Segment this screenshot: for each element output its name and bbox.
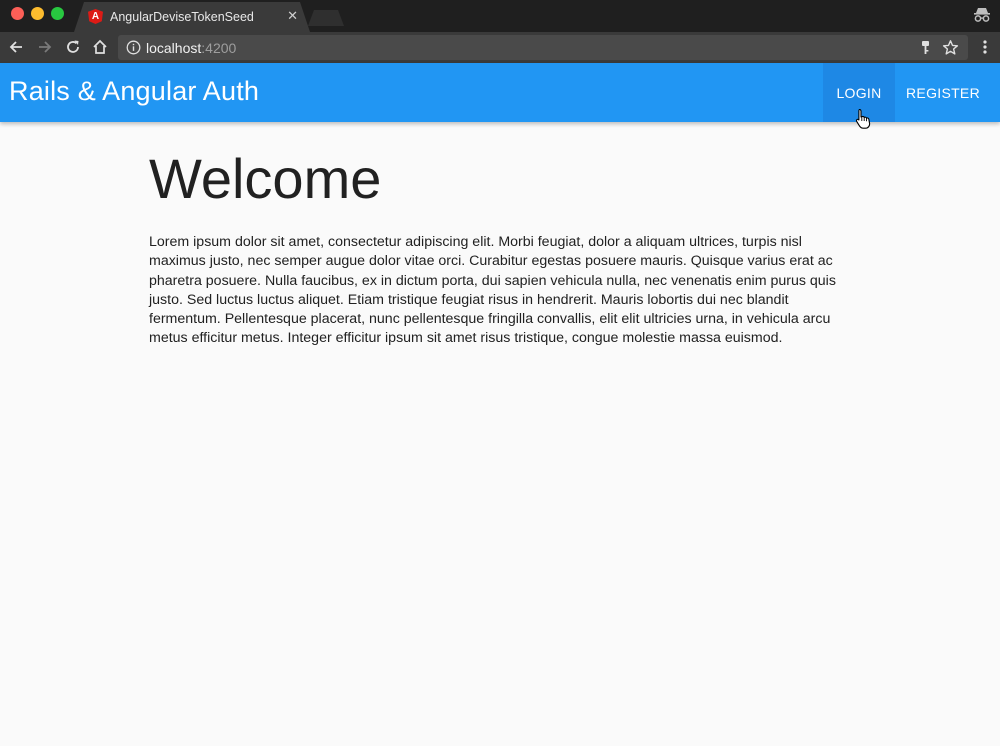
address-bar[interactable]: localhost:4200 bbox=[118, 35, 968, 60]
window-close-button[interactable] bbox=[11, 7, 24, 20]
main-content: Welcome Lorem ipsum dolor sit amet, cons… bbox=[149, 140, 855, 349]
home-icon[interactable] bbox=[91, 38, 109, 56]
app-toolbar: Rails & Angular Auth LOGIN REGISTER bbox=[0, 63, 1000, 122]
browser-tabstrip: A AngularDeviseTokenSeed ✕ bbox=[0, 0, 1000, 32]
app-title[interactable]: Rails & Angular Auth bbox=[9, 76, 259, 107]
more-menu-icon[interactable] bbox=[976, 38, 994, 56]
url-host: localhost bbox=[146, 40, 202, 56]
window-minimize-button[interactable] bbox=[31, 7, 44, 20]
reload-icon[interactable] bbox=[64, 38, 82, 56]
hand-pointer-cursor-icon bbox=[855, 108, 871, 129]
window-maximize-button[interactable] bbox=[51, 7, 64, 20]
tab-title: AngularDeviseTokenSeed bbox=[110, 10, 254, 24]
key-icon[interactable] bbox=[917, 39, 934, 56]
bookmark-star-icon[interactable] bbox=[942, 39, 959, 56]
welcome-paragraph: Lorem ipsum dolor sit amet, consectetur … bbox=[149, 234, 836, 347]
tab-close-icon[interactable]: ✕ bbox=[287, 8, 298, 24]
back-arrow-icon[interactable] bbox=[7, 38, 25, 56]
info-icon[interactable] bbox=[126, 40, 141, 55]
url-text: localhost:4200 bbox=[146, 40, 236, 56]
forward-arrow-icon[interactable] bbox=[36, 38, 54, 56]
new-tab-button[interactable] bbox=[308, 10, 344, 26]
url-port: :4200 bbox=[201, 40, 237, 56]
incognito-icon bbox=[974, 8, 990, 22]
browser-tab[interactable]: A AngularDeviseTokenSeed ✕ bbox=[74, 2, 310, 32]
angular-icon: A bbox=[88, 9, 103, 24]
register-button[interactable]: REGISTER bbox=[895, 63, 991, 122]
page-title: Welcome bbox=[149, 147, 382, 210]
browser-toolbar: localhost:4200 bbox=[0, 32, 1000, 63]
